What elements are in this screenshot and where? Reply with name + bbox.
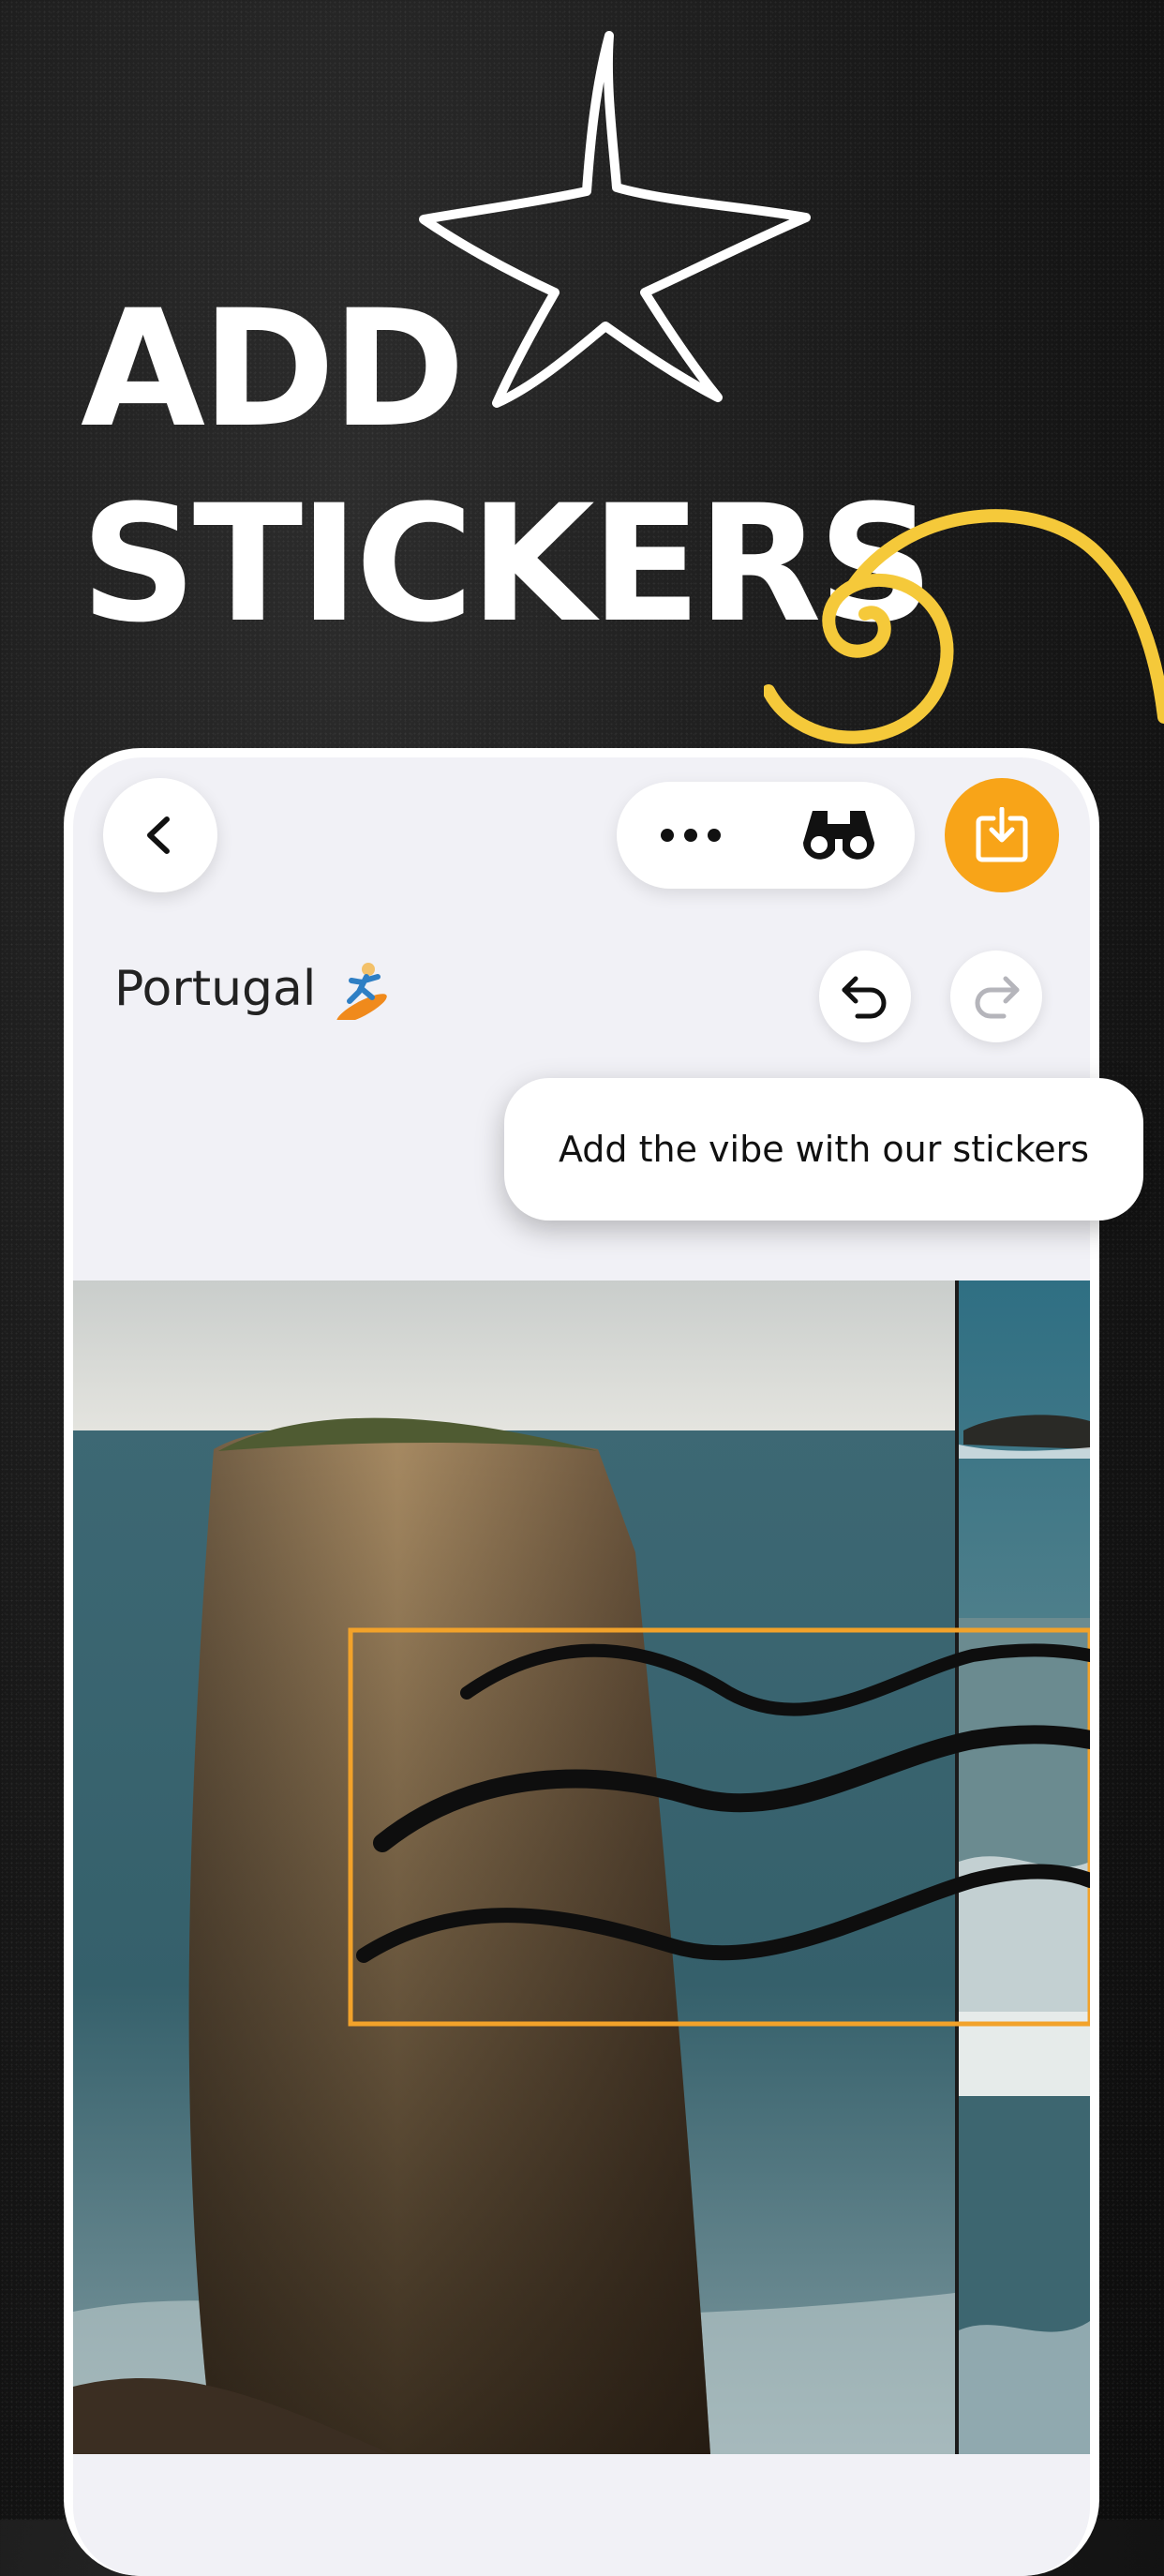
tools-pill bbox=[617, 782, 915, 889]
save-button[interactable] bbox=[945, 778, 1059, 892]
bottom-bar bbox=[73, 2454, 1090, 2576]
redo-icon bbox=[975, 976, 1020, 1019]
binoculars-icon bbox=[803, 811, 874, 860]
sea-stack-photo[interactable] bbox=[73, 1281, 955, 2454]
ocean-photo[interactable] bbox=[959, 2012, 1090, 2454]
chevron-left-icon bbox=[147, 816, 170, 854]
coastline-photo[interactable] bbox=[959, 1281, 1090, 1618]
album-title-text: Portugal bbox=[114, 961, 317, 1017]
photo-canvas[interactable] bbox=[73, 1281, 1090, 2454]
more-button[interactable] bbox=[635, 782, 746, 889]
stickers-tooltip: Add the vibe with our stickers bbox=[504, 1078, 1143, 1221]
redo-button[interactable] bbox=[950, 951, 1042, 1042]
binoculars-button[interactable] bbox=[783, 782, 894, 889]
tooltip-text: Add the vibe with our stickers bbox=[558, 1129, 1090, 1170]
undo-button[interactable] bbox=[819, 951, 911, 1042]
download-tray-icon bbox=[976, 807, 1028, 862]
album-title: Portugal bbox=[114, 956, 393, 1022]
surfer-emoji-icon bbox=[336, 963, 388, 1020]
undo-icon bbox=[842, 976, 887, 1019]
swirl-doodle-icon bbox=[764, 509, 1164, 744]
waves-photo[interactable] bbox=[959, 1618, 1090, 2012]
editor-screen: Portugal bbox=[73, 757, 1090, 2576]
more-horizontal-icon bbox=[661, 829, 721, 842]
photo-divider bbox=[955, 1281, 959, 2454]
star-doodle-icon bbox=[419, 31, 811, 408]
back-button[interactable] bbox=[103, 778, 217, 892]
